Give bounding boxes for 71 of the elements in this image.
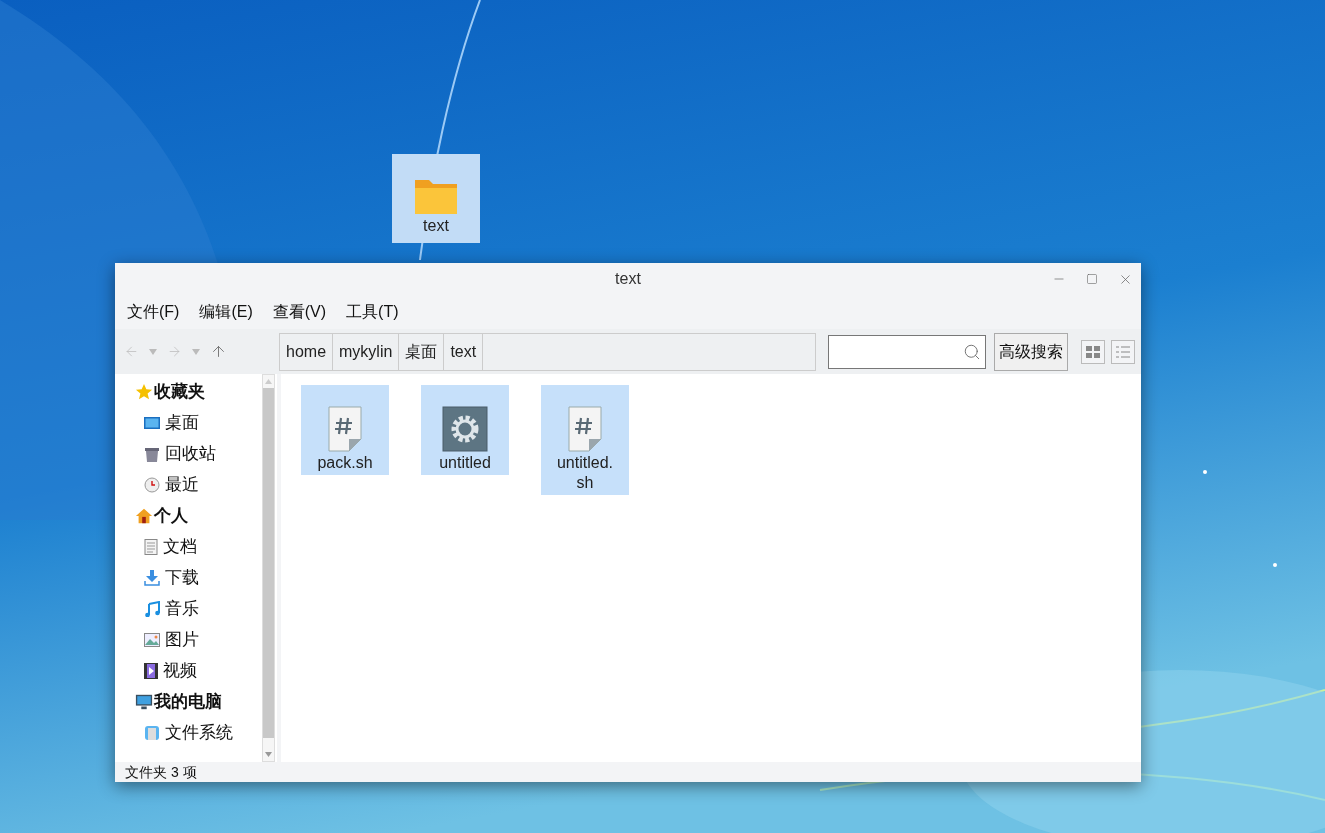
sidebar-item[interactable]: 视频 <box>135 655 262 686</box>
sidebar-item-label: 桌面 <box>165 411 199 434</box>
breadcrumb-item[interactable]: mykylin <box>333 333 400 370</box>
sidebar-group[interactable]: 个人 <box>135 500 262 531</box>
icon-view-button[interactable] <box>1081 339 1105 364</box>
maximize-icon[interactable] <box>1086 273 1098 285</box>
menu-item[interactable]: 查看(V) <box>272 300 327 324</box>
music-note-icon <box>144 600 160 617</box>
caret-icon[interactable] <box>149 348 157 355</box>
script-file-icon <box>567 406 603 452</box>
sidebar-item[interactable]: 文档 <box>135 531 262 562</box>
sidebar-item-label: 图片 <box>165 628 199 651</box>
sidebar-item[interactable]: 文件系统 <box>135 717 262 748</box>
clock-icon <box>144 476 160 493</box>
grid-icon <box>1086 345 1100 358</box>
desktop-icon[interactable]: text <box>392 154 480 243</box>
menu-item[interactable]: 文件(F) <box>127 300 180 324</box>
sidebar-item-label: 回收站 <box>165 442 216 465</box>
file-item[interactable]: pack.sh <box>301 385 389 475</box>
sidebar-group[interactable]: 收藏夹 <box>135 376 262 407</box>
desktop-icon <box>144 415 160 430</box>
sidebar-item[interactable]: 音乐 <box>135 593 262 624</box>
scrollbar[interactable] <box>262 374 275 762</box>
caret-icon[interactable] <box>192 348 200 355</box>
file-name: untitled <box>438 453 492 473</box>
sidebar-item[interactable]: 图片 <box>135 624 262 655</box>
sidebar-item[interactable]: 回收站 <box>135 438 262 469</box>
image-icon <box>144 632 160 647</box>
back-icon[interactable] <box>124 344 139 359</box>
sidebar-item-label: 最近 <box>165 473 199 496</box>
menu-item[interactable]: 工具(T) <box>346 300 399 324</box>
sidebar-item-label: 视频 <box>163 659 197 682</box>
sidebar-item-label: 文件系统 <box>165 721 233 744</box>
window-title: text <box>615 269 641 289</box>
file-name: untitled.sh <box>555 453 614 493</box>
trash-icon <box>144 445 160 462</box>
breadcrumb-item[interactable]: 桌面 <box>399 333 445 370</box>
document-icon <box>144 538 158 555</box>
sidebar-item[interactable]: 下载 <box>135 562 262 593</box>
script-file-icon <box>327 406 363 452</box>
breadcrumb-item[interactable]: home <box>280 333 334 370</box>
desktop-icon-label: text <box>423 216 449 236</box>
sidebar-item[interactable]: 桌面 <box>135 407 262 438</box>
download-icon <box>144 569 160 586</box>
file-name: pack.sh <box>316 453 374 473</box>
list-view-button[interactable] <box>1111 339 1135 364</box>
sidebar-group-label: 收藏夹 <box>154 380 205 403</box>
drive-icon <box>144 724 160 741</box>
forward-icon[interactable] <box>167 344 182 359</box>
file-item[interactable]: untitled.sh <box>541 385 629 495</box>
breadcrumb-item[interactable]: text <box>444 333 484 370</box>
monitor-icon <box>135 692 153 711</box>
star-icon <box>135 382 153 401</box>
sidebar-group[interactable]: 我的电脑 <box>135 686 262 717</box>
advanced-search-button[interactable]: 高级搜索 <box>994 332 1068 371</box>
sidebar-item-label: 音乐 <box>165 597 199 620</box>
list-icon <box>1116 345 1130 358</box>
sidebar-item-label: 下载 <box>165 566 199 589</box>
house-icon <box>135 506 153 525</box>
up-icon[interactable] <box>210 343 227 360</box>
sidebar-item[interactable]: 最近 <box>135 469 262 500</box>
sidebar-group-label: 个人 <box>154 504 188 527</box>
sidebar-item-label: 文档 <box>163 535 197 558</box>
search-icon <box>963 342 981 361</box>
film-icon <box>144 662 158 679</box>
status-text: 文件夹 3 项 <box>125 762 197 782</box>
sidebar-group-label: 我的电脑 <box>154 690 222 713</box>
gear-icon <box>442 406 488 452</box>
menu-item[interactable]: 编辑(E) <box>199 300 253 324</box>
search-field[interactable] <box>828 334 986 369</box>
file-item[interactable]: untitled <box>421 385 509 475</box>
